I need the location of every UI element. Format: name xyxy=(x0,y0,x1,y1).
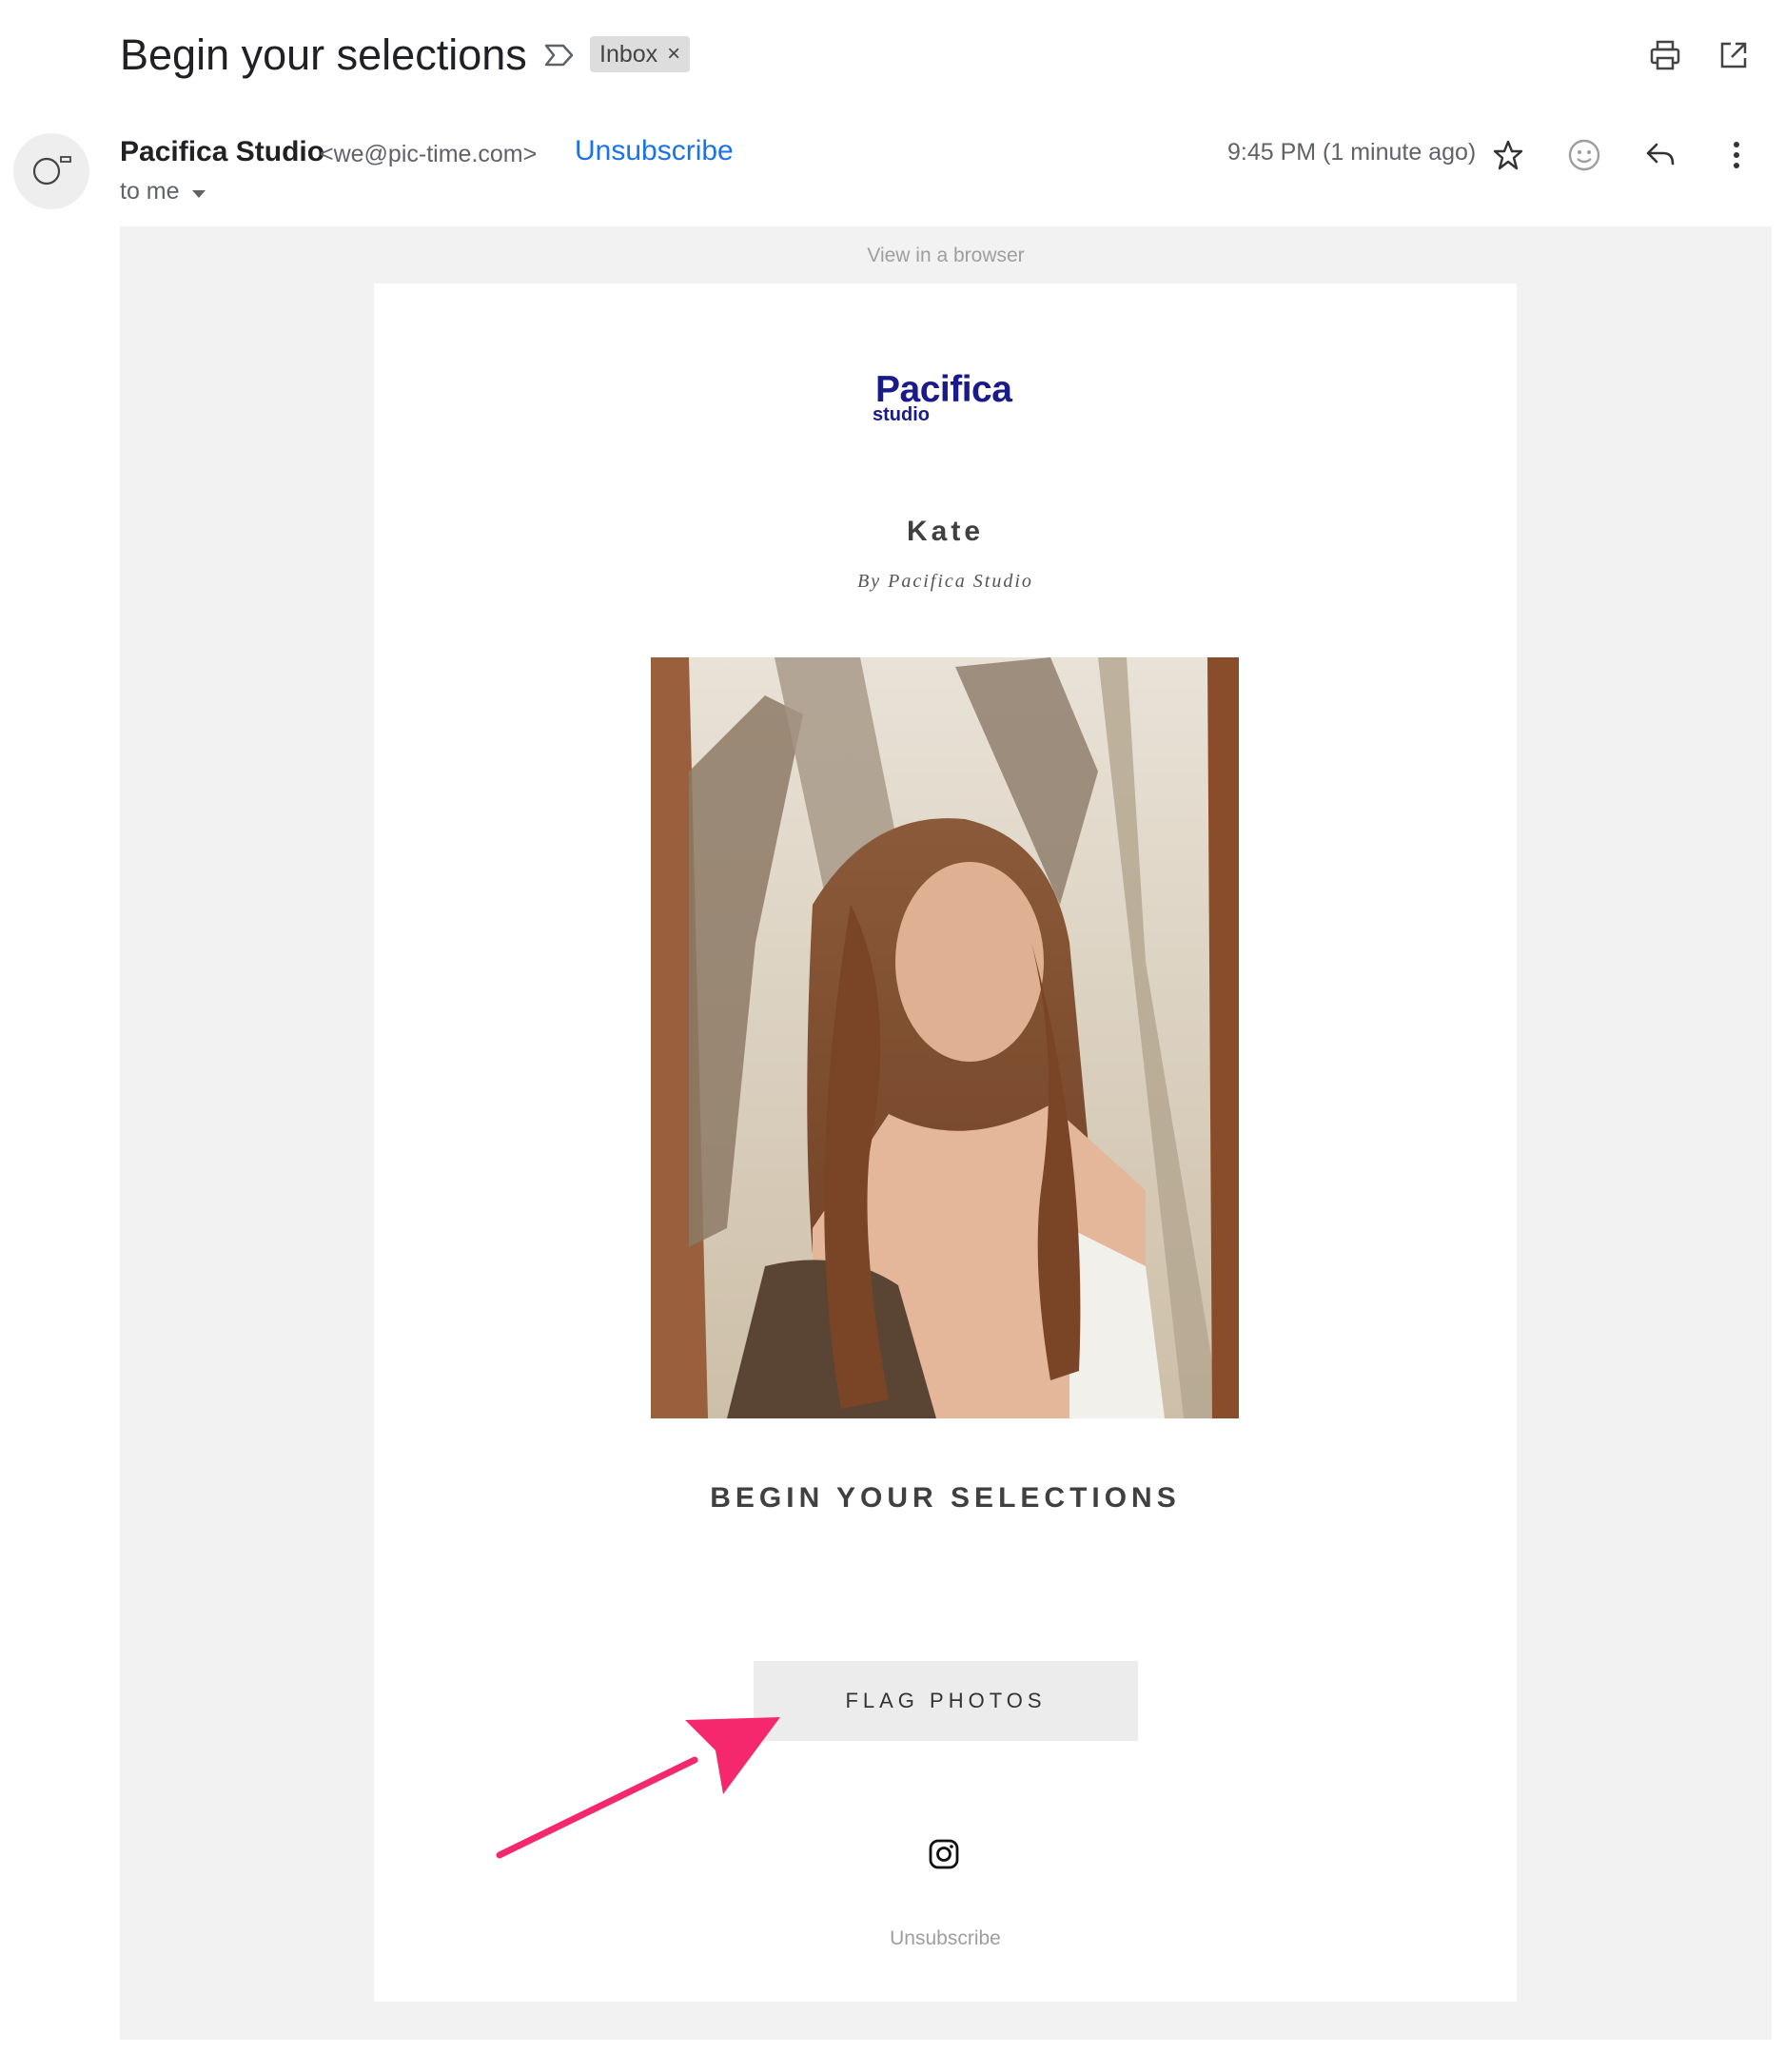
unsubscribe-link[interactable]: Unsubscribe xyxy=(575,135,734,167)
logo-sub-text: studio xyxy=(873,404,930,425)
recipient-details-toggle[interactable]: to me xyxy=(120,178,206,205)
timestamp: 9:45 PM (1 minute ago) xyxy=(1227,139,1477,166)
view-in-browser-link[interactable]: View in a browser xyxy=(120,244,1772,267)
sender-avatar[interactable] xyxy=(13,133,89,209)
email-subject: Begin your selections xyxy=(120,30,527,79)
flag-photos-button[interactable]: FLAG PHOTOS xyxy=(754,1661,1138,1741)
caret-down-icon xyxy=(191,178,206,205)
remove-label-icon[interactable]: × xyxy=(667,36,680,72)
instagram-icon[interactable] xyxy=(928,1838,960,1870)
emoji-reaction-icon[interactable] xyxy=(1560,131,1608,179)
sender-email: <we@pic-time.com> xyxy=(320,141,538,167)
portrait-photo[interactable] xyxy=(651,657,1239,1418)
reply-icon[interactable] xyxy=(1637,131,1684,179)
client-name: Kate xyxy=(906,516,985,547)
inbox-label-chip[interactable]: Inbox × xyxy=(590,36,691,72)
open-in-new-window-icon[interactable] xyxy=(1711,32,1756,78)
sender-name[interactable]: Pacifica Studio xyxy=(120,136,324,168)
label-outline-icon[interactable] xyxy=(542,38,577,72)
headline: BEGIN YOUR SELECTIONS xyxy=(710,1482,1181,1514)
annotation-arrow xyxy=(495,1712,799,1865)
footer-unsubscribe-link[interactable]: Unsubscribe xyxy=(374,1927,1517,1950)
inbox-label-text: Inbox xyxy=(599,41,658,68)
by-line: By Pacifica Studio xyxy=(857,571,1033,592)
default-avatar-icon xyxy=(28,152,75,191)
star-icon[interactable] xyxy=(1484,131,1532,179)
recipient-text: to me xyxy=(120,178,180,205)
printer-icon[interactable] xyxy=(1642,32,1688,78)
pacifica-studio-logo: Pacifica studio xyxy=(374,369,1517,432)
more-vertical-icon[interactable] xyxy=(1713,131,1760,179)
